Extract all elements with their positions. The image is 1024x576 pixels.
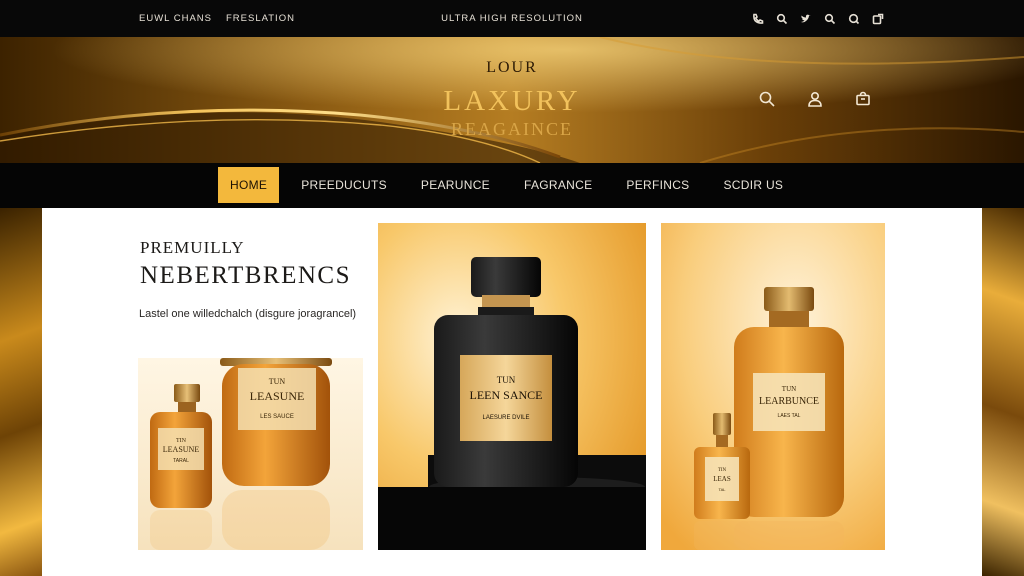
nav-item-products[interactable]: PREEDUCUTS: [289, 167, 399, 203]
section-title: NEBERTBRENCS: [140, 262, 351, 289]
nav-item-contact[interactable]: SCDIR US: [711, 167, 795, 203]
bag-icon[interactable]: [854, 90, 874, 110]
hero-subtitle: LOUR: [486, 59, 538, 76]
hero-icons: [758, 90, 874, 110]
main-navigation: HOME PREEDUCUTS PEARUNCE FAGRANCE PERFIN…: [0, 163, 1024, 208]
jar-label-main: LEASUNE: [250, 389, 305, 403]
search-icon[interactable]: [775, 12, 788, 25]
product-card-1[interactable]: TUN LEASUNE LES SAUCE TIN LEASUNE TARAL: [138, 358, 363, 550]
account-icon[interactable]: [806, 90, 826, 110]
top-bar: EUWL CHANS FRESLATION ULTRA HIGH RESOLUT…: [0, 0, 1024, 37]
product-card-3[interactable]: TUN LEARBUNCE LAES TAL TIN LEAS TAL: [661, 223, 885, 550]
small-bottle-label-small: TARAL: [173, 458, 189, 464]
content-panel: PREMUILLY NEBERTBRENCS Lastel one willed…: [42, 208, 982, 576]
nav-item-perfumes[interactable]: PERFINCS: [614, 167, 701, 203]
top-link-2[interactable]: FRESLATION: [226, 13, 295, 24]
small-bottle-3-label-main: LEAS: [713, 475, 731, 483]
bottle-label-top: TUN: [497, 375, 516, 385]
phone-icon[interactable]: [751, 12, 764, 25]
bottle-label-small: LAESURE DVILE: [482, 415, 529, 421]
nav-item-home[interactable]: HOME: [218, 167, 280, 203]
right-gold-background: [982, 208, 1024, 576]
small-bottle-label-main: LEASUNE: [163, 445, 200, 454]
nav-item-fragrance[interactable]: FAGRANCE: [512, 167, 604, 203]
search-icon[interactable]: [758, 90, 778, 110]
large-bottle-label-top: TUN: [782, 385, 796, 393]
large-bottle-label-small: LAES TAL: [778, 413, 801, 419]
top-bar-links: EUWL CHANS FRESLATION: [139, 13, 295, 24]
twitter-icon[interactable]: [799, 12, 812, 25]
external-link-icon[interactable]: [871, 12, 884, 25]
jar-label-top: TUN: [269, 377, 286, 386]
product-image-3: TUN LEARBUNCE LAES TAL TIN LEAS TAL: [661, 223, 885, 550]
brand-tagline: REAGAINCE: [451, 119, 573, 139]
top-link-1[interactable]: EUWL CHANS: [139, 13, 212, 24]
product-image-2: TUN LEEN SANCE LAESURE DVILE: [378, 223, 646, 550]
search-icon[interactable]: [823, 12, 836, 25]
small-bottle-label-top: TIN: [176, 438, 187, 444]
section-description: Lastel one willedchalch (disgure joragra…: [139, 308, 357, 320]
left-gold-background: [0, 208, 42, 576]
jar-label-small: LES SAUCE: [260, 414, 294, 420]
product-card-2[interactable]: TUN LEEN SANCE LAESURE DVILE: [378, 223, 646, 550]
small-bottle-3-label-top: TIN: [718, 468, 727, 473]
hero-banner: LOUR LAXURY REAGAINCE: [0, 37, 1024, 163]
small-bottle-3-label-small: TAL: [718, 487, 726, 492]
product-image-1: TUN LEASUNE LES SAUCE TIN LEASUNE TARAL: [138, 358, 363, 550]
section-kicker: PREMUILLY: [140, 238, 245, 257]
nav-item-pearunce[interactable]: PEARUNCE: [409, 167, 502, 203]
chat-icon[interactable]: [847, 12, 860, 25]
bottle-label-main: LEEN SANCE: [470, 388, 543, 402]
top-bar-icons: [751, 12, 884, 25]
large-bottle-label-main: LEARBUNCE: [759, 396, 819, 407]
